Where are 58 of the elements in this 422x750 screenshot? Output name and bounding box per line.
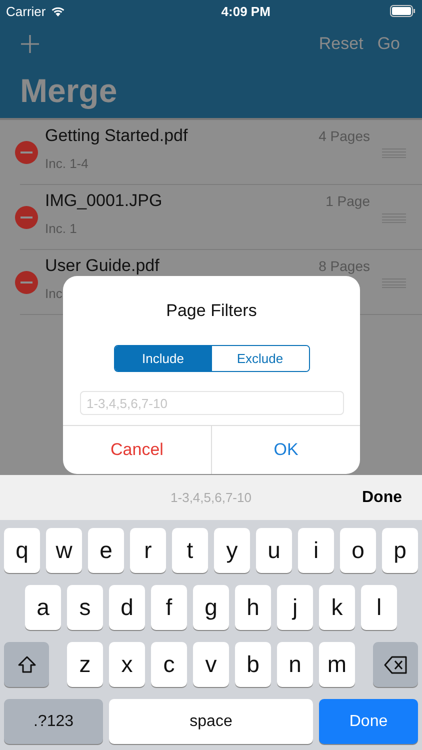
cancel-button[interactable]: Cancel <box>63 426 212 474</box>
letter-key[interactable]: h <box>235 585 271 630</box>
input-preview: 1-3,4,5,6,7-10 <box>170 490 252 505</box>
letter-key[interactable]: m <box>319 642 355 687</box>
page-count: 8 Pages <box>318 258 370 274</box>
shift-key[interactable] <box>4 642 49 687</box>
letter-key[interactable]: r <box>130 528 166 573</box>
clock-time: 4:09 PM <box>221 4 270 18</box>
done-button[interactable]: Done <box>362 488 402 506</box>
delete-icon[interactable] <box>15 206 38 229</box>
letter-key[interactable]: e <box>88 528 124 573</box>
ok-button[interactable]: OK <box>212 426 360 474</box>
letter-key[interactable]: g <box>193 585 229 630</box>
numbers-key[interactable]: .?123 <box>4 699 103 744</box>
delete-key[interactable] <box>373 642 418 687</box>
space-key[interactable]: space <box>109 699 313 744</box>
delete-icon[interactable] <box>15 271 38 294</box>
page-title: Merge <box>20 72 118 110</box>
add-icon[interactable] <box>20 34 40 54</box>
letter-key[interactable]: a <box>25 585 61 630</box>
letter-key[interactable]: v <box>193 642 229 687</box>
filter-label: Inc. 1 <box>45 221 78 236</box>
letter-key[interactable]: k <box>319 585 355 630</box>
page-range-field[interactable]: 1-3,4,5,6,7-10 <box>80 391 344 415</box>
letter-key[interactable]: u <box>256 528 292 573</box>
segment-tab[interactable]: Include <box>114 346 212 371</box>
delete-icon[interactable] <box>15 141 38 164</box>
carrier-label: Carrier <box>6 4 46 18</box>
letter-key[interactable]: j <box>277 585 313 630</box>
letter-key[interactable]: t <box>172 528 208 573</box>
letter-key[interactable]: c <box>151 642 187 687</box>
letter-key[interactable]: d <box>109 585 145 630</box>
letter-key[interactable]: n <box>277 642 313 687</box>
letter-key[interactable]: l <box>361 585 397 630</box>
shift-icon <box>16 654 36 674</box>
letter-key[interactable]: w <box>46 528 82 573</box>
filter-label: Inc <box>45 286 64 301</box>
backspace-icon <box>384 656 408 674</box>
page-count: 4 Pages <box>318 128 370 144</box>
letter-key[interactable]: o <box>340 528 376 573</box>
done-key[interactable]: Done <box>319 699 418 744</box>
letter-key[interactable]: f <box>151 585 187 630</box>
letter-key[interactable]: x <box>109 642 145 687</box>
letter-key[interactable]: z <box>67 642 103 687</box>
file-name: User Guide.pdf <box>45 256 160 276</box>
battery-icon <box>390 5 416 17</box>
letter-key[interactable]: s <box>67 585 103 630</box>
letter-key[interactable]: i <box>298 528 334 573</box>
letter-key[interactable]: y <box>214 528 250 573</box>
page-count: 1 Page <box>326 193 370 209</box>
letter-key[interactable]: p <box>382 528 418 573</box>
letter-key[interactable]: q <box>4 528 40 573</box>
dialog-title: Page Filters <box>166 301 257 321</box>
wifi-icon <box>50 5 66 17</box>
file-name: Getting Started.pdf <box>45 126 188 146</box>
letter-key[interactable]: b <box>235 642 271 687</box>
filter-label: Inc. 1-4 <box>45 156 90 171</box>
file-name: IMG_0001.JPG <box>45 191 162 211</box>
